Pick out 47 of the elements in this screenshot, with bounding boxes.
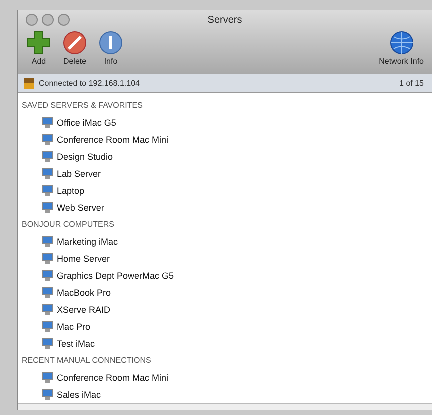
computer-item[interactable]: Lab Server [18, 165, 432, 182]
item-count: 1 of 15 [400, 78, 424, 88]
globe-icon [388, 30, 415, 56]
computer-icon [42, 185, 53, 196]
computer-icon [42, 338, 53, 349]
toolbar-button[interactable]: Add [24, 30, 54, 72]
info-icon [98, 30, 124, 56]
section-header: BONJOUR COMPUTERS [21, 219, 116, 231]
toolbar-button[interactable]: Info [96, 30, 126, 72]
toolbar-button[interactable]: Delete [60, 30, 90, 72]
section-header: RECENT MANUAL CONNECTIONS [21, 355, 152, 367]
status-text: Connected to 192.168.1.104 [39, 78, 140, 88]
computer-icon [42, 151, 53, 162]
computer-icon [42, 372, 53, 383]
computer-icon [42, 117, 53, 128]
computer-item[interactable]: Design Studio [18, 148, 432, 165]
computer-icon [42, 270, 53, 281]
computer-item[interactable]: Graphics Dept PowerMac G5 [18, 267, 432, 284]
computer-item[interactable]: Conference Room Mac Mini [18, 131, 432, 148]
computer-icon [42, 202, 53, 213]
window-title: Servers [208, 14, 242, 26]
computer-item[interactable]: XServe RAID [18, 301, 432, 318]
computer-item[interactable]: Web Server [18, 199, 432, 216]
computer-item[interactable]: Laptop [18, 182, 432, 199]
computer-item[interactable]: MacBook Pro [18, 284, 432, 301]
window-control[interactable] [42, 14, 54, 26]
computer-item[interactable]: Sales iMac [18, 386, 432, 403]
plus-icon [26, 30, 52, 56]
window-control[interactable] [26, 14, 38, 26]
computer-icon [42, 253, 53, 264]
window-control[interactable] [58, 14, 70, 26]
computer-item[interactable]: Marketing iMac [18, 233, 432, 250]
computer-item[interactable]: Office iMac G5 [18, 114, 432, 131]
computer-item[interactable]: Home Server [18, 250, 432, 267]
computer-icon [42, 287, 53, 298]
computer-item[interactable]: Conference Room Mac Mini [18, 369, 432, 386]
computer-item[interactable]: Mac Pro [18, 318, 432, 335]
computer-icon [42, 134, 53, 145]
toolbar-button[interactable]: Network Info [377, 30, 426, 72]
computer-item[interactable]: Test iMac [18, 335, 432, 352]
computer-icon [42, 168, 53, 179]
computer-icon [42, 236, 53, 247]
computer-icon [42, 389, 53, 400]
computer-icon [42, 321, 53, 332]
delete-icon [62, 30, 88, 56]
section-header: SAVED SERVERS & FAVORITES [21, 100, 144, 112]
computer-icon [42, 304, 53, 315]
